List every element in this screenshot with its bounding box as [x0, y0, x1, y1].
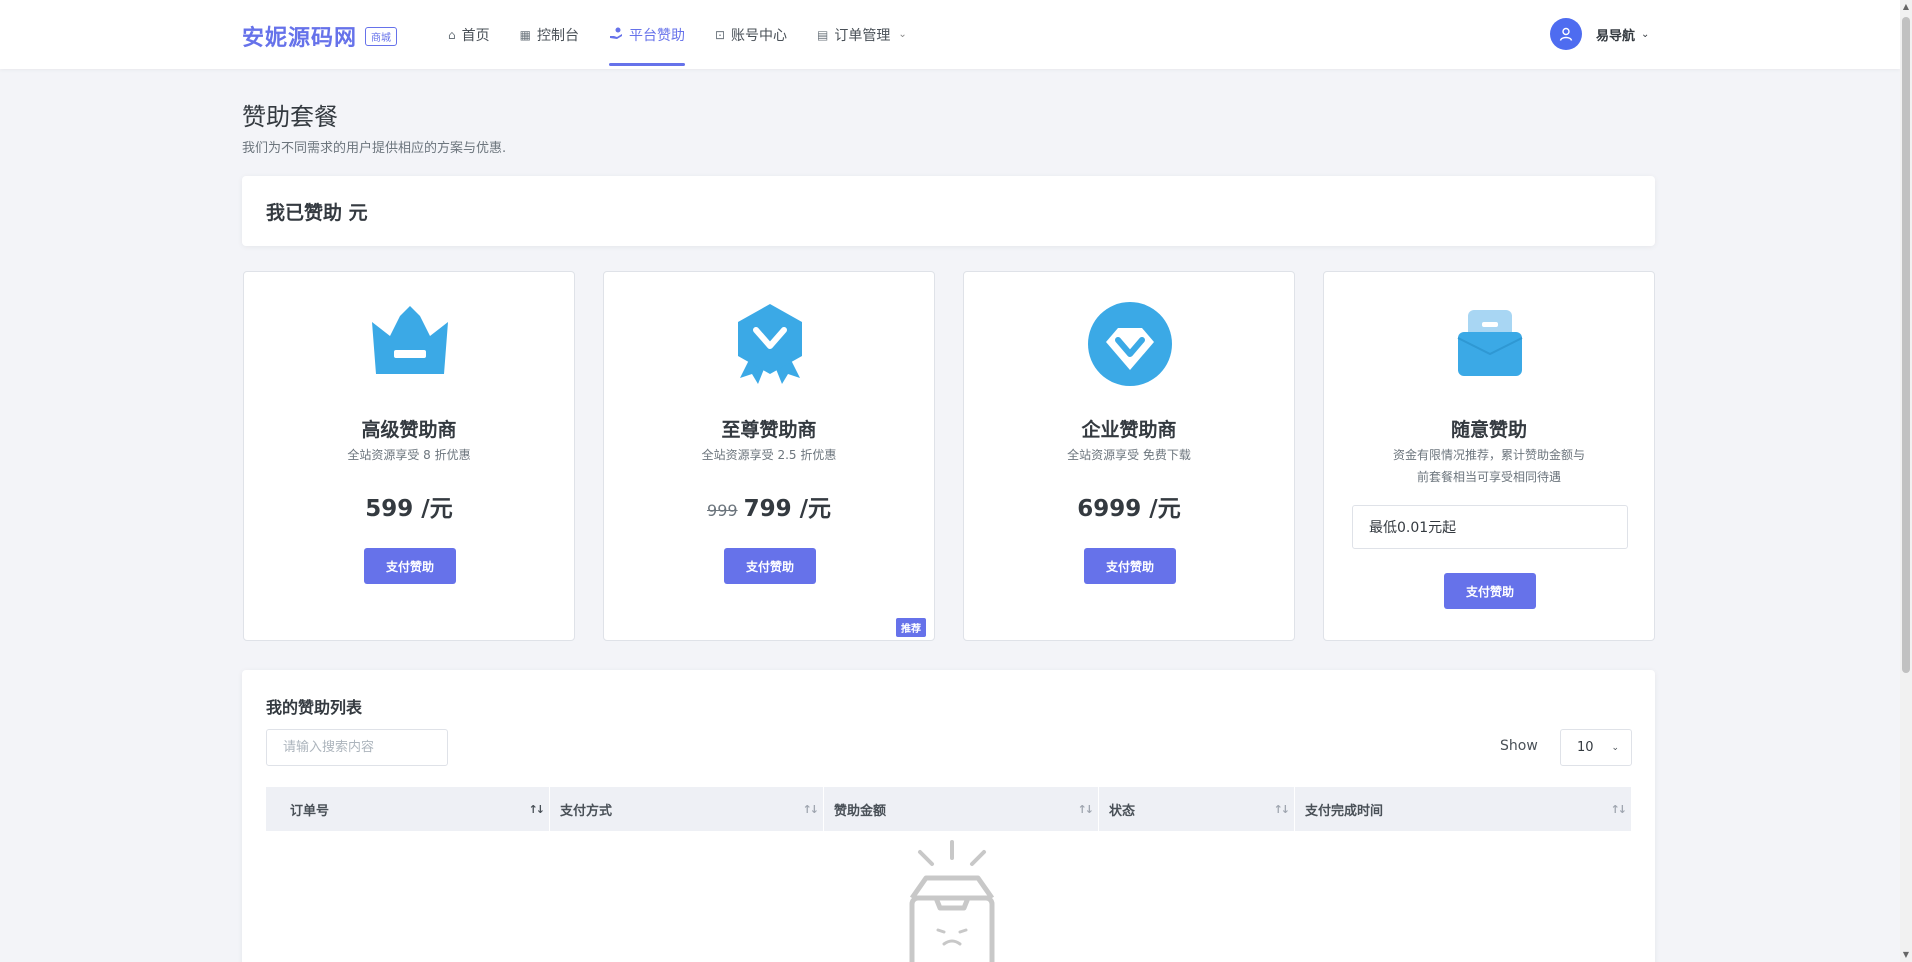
- page-scrollbar[interactable]: ▲ ▼: [1900, 0, 1912, 962]
- plan-desc: 全站资源享受 2.5 折优惠: [701, 448, 837, 462]
- recommend-badge: 推荐: [896, 618, 926, 637]
- diamond-icon: [1088, 302, 1172, 386]
- plan-card-enterprise: 企业赞助商 全站资源享受 免费下载 6999 /元 支付赞助: [963, 271, 1295, 641]
- crown-icon: [372, 306, 448, 374]
- empty-box-icon: [909, 840, 995, 962]
- plan-name: 高级赞助商: [361, 419, 457, 441]
- chevron-down-icon: ⌄: [1611, 742, 1619, 753]
- column-header-paid-time[interactable]: 支付完成时间 ↑↓: [1295, 787, 1631, 831]
- user-menu[interactable]: 易导航 ⌄: [1550, 18, 1649, 50]
- plan-old-price: 999: [707, 501, 738, 520]
- sort-icon: ↑↓: [802, 802, 820, 816]
- list-title: 我的赞助列表: [266, 698, 363, 717]
- plan-price: 999 799 /元: [604, 489, 934, 523]
- plan-desc: 资金有限情况推荐，累计赞助金额与 前套餐相当可享受相同待遇: [1344, 444, 1634, 488]
- column-header-amount[interactable]: 赞助金额 ↑↓: [824, 787, 1099, 831]
- user-name[interactable]: 易导航: [1596, 25, 1635, 44]
- user-icon: [1559, 27, 1573, 41]
- plan-desc: 全站资源享受 免费下载: [1067, 448, 1191, 462]
- show-label: Show: [1500, 738, 1538, 754]
- plan-price: 599 /元: [365, 496, 453, 522]
- plan-card-supreme: 至尊赞助商 全站资源享受 2.5 折优惠 999 799 /元 支付赞助 推荐: [603, 271, 935, 641]
- user-card-icon: ⊡: [714, 27, 726, 42]
- dashboard-icon: ▦: [519, 27, 531, 42]
- brand-tag: 商城: [365, 26, 398, 46]
- brand-logo-text[interactable]: 安妮源码网: [242, 20, 357, 52]
- table-header: 订单号 ↑↓ 支付方式 ↑↓ 赞助金额 ↑↓ 状态 ↑↓ 支付完成时间 ↑↓: [266, 787, 1631, 831]
- plan-card-custom: 随意赞助 资金有限情况推荐，累计赞助金额与 前套餐相当可享受相同待遇 支付赞助: [1323, 271, 1655, 641]
- plan-price: 6999 /元: [1077, 496, 1181, 522]
- scroll-down-arrow-icon[interactable]: ▼: [1900, 948, 1912, 962]
- pay-sponsor-button[interactable]: 支付赞助: [724, 548, 816, 584]
- page-size-value: 10: [1577, 740, 1594, 755]
- wallet-icon: [1457, 310, 1523, 376]
- page-subtitle: 我们为不同需求的用户提供相应的方案与优惠.: [242, 141, 507, 156]
- chevron-down-icon: ⌄: [898, 29, 907, 40]
- nav-label: 平台赞助: [628, 27, 685, 44]
- plan-name: 企业赞助商: [1081, 419, 1177, 441]
- plan-card-advanced: 高级赞助商 全站资源享受 8 折优惠 599 /元 支付赞助: [243, 271, 575, 641]
- nav-item-home[interactable]: ⌂ 首页: [448, 0, 490, 69]
- page-size-select[interactable]: 10 ⌄: [1560, 729, 1632, 766]
- sponsored-total: 我已赞助 元: [266, 202, 368, 224]
- nav-item-account[interactable]: ⊡ 账号中心: [715, 0, 787, 69]
- pay-sponsor-button[interactable]: 支付赞助: [1084, 548, 1176, 584]
- nav-label: 首页: [461, 27, 490, 44]
- home-icon: ⌂: [448, 27, 456, 42]
- plan-name: 随意赞助: [1450, 419, 1527, 441]
- page-title: 赞助套餐: [242, 103, 338, 131]
- brand[interactable]: 安妮源码网 商城: [242, 20, 398, 52]
- sponsor-icon: [609, 26, 623, 43]
- order-icon: ▤: [817, 27, 829, 42]
- main-nav: ⌂ 首页 ▦ 控制台 平台赞助 ⊡ 账号中心 ▤ 订单管理 ⌄: [448, 0, 937, 69]
- column-header-status[interactable]: 状态 ↑↓: [1099, 787, 1295, 831]
- top-navbar: 安妮源码网 商城 ⌂ 首页 ▦ 控制台 平台赞助 ⊡ 账号中心 ▤ 订单管理 ⌄: [0, 0, 1900, 69]
- custom-amount-input[interactable]: [1352, 505, 1628, 549]
- sponsor-list-card: 我的赞助列表 Show 10 ⌄ 订单号↑↓ 支付方式↑↓ 赞助金额↑↓ 状态↑…: [242, 670, 1655, 962]
- column-header-order-no[interactable]: 订单号 ↑↓: [266, 787, 550, 831]
- sort-icon: ↑↓: [528, 802, 546, 816]
- nav-item-sponsor[interactable]: 平台赞助: [608, 0, 685, 69]
- sort-icon: ↑↓: [1610, 802, 1628, 816]
- sort-icon: ↑↓: [1077, 802, 1095, 816]
- medal-icon: [738, 304, 802, 384]
- chevron-down-icon[interactable]: ⌄: [1641, 29, 1649, 40]
- column-header-pay-method[interactable]: 支付方式 ↑↓: [550, 787, 824, 831]
- avatar[interactable]: [1550, 18, 1582, 50]
- nav-label: 控制台: [536, 27, 579, 44]
- scroll-thumb[interactable]: [1902, 17, 1910, 673]
- nav-label: 订单管理: [834, 27, 891, 44]
- nav-label: 账号中心: [731, 27, 788, 44]
- pay-sponsor-button[interactable]: 支付赞助: [1444, 573, 1536, 609]
- plan-desc-line: 资金有限情况推荐，累计赞助金额与: [1392, 448, 1585, 462]
- plan-desc-line: 前套餐相当可享受相同待遇: [1416, 470, 1561, 484]
- search-input[interactable]: [266, 729, 448, 766]
- scroll-up-arrow-icon[interactable]: ▲: [1900, 0, 1912, 14]
- nav-item-orders[interactable]: ▤ 订单管理 ⌄: [817, 0, 907, 69]
- sort-icon: ↑↓: [1273, 802, 1291, 816]
- plan-price-value: 799 /元: [743, 496, 831, 522]
- sponsored-summary-card: 我已赞助 元: [242, 176, 1655, 246]
- plan-desc: 全站资源享受 8 折优惠: [347, 448, 471, 462]
- plan-name: 至尊赞助商: [721, 419, 817, 441]
- nav-item-dashboard[interactable]: ▦ 控制台: [520, 0, 579, 69]
- pay-sponsor-button[interactable]: 支付赞助: [364, 548, 456, 584]
